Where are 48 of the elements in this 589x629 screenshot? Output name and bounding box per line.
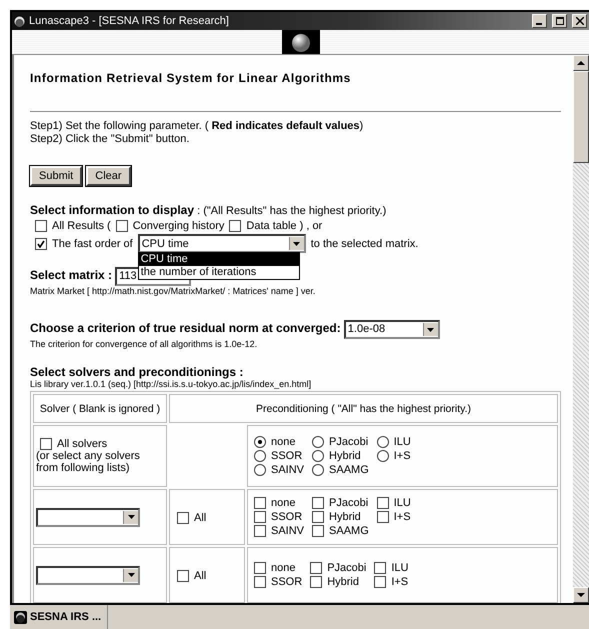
section-label: Select matrix : xyxy=(30,268,112,282)
checkbox-label: All xyxy=(194,570,206,582)
option-label: SAAMG xyxy=(329,525,369,537)
option-label: I+S xyxy=(394,450,411,462)
section-note: : ("All Results" has the highest priority.) xyxy=(197,205,386,217)
option-label: SSOR xyxy=(271,511,302,523)
suffix-text: to the selected matrix. xyxy=(310,238,418,250)
window-title: Lunascape3 - [SESNA IRS for Research] xyxy=(29,15,230,27)
section-label: Select information to display xyxy=(30,203,194,217)
option-label: PJacobi xyxy=(327,562,366,574)
option-label: I+S xyxy=(394,511,411,523)
page-heading: Information Retrieval System for Linear Algorithms xyxy=(30,71,352,85)
option-label: ILU xyxy=(394,497,411,509)
section-label: Choose a criterion of true residual norm at converged: xyxy=(30,321,341,335)
separator-text: : xyxy=(228,286,230,296)
option-label: none xyxy=(271,497,296,509)
option-label: SAAMG xyxy=(329,464,369,476)
option-label: ILU xyxy=(391,562,408,574)
option-label: SAINV xyxy=(271,525,304,537)
checkbox-label: All solvers xyxy=(57,438,108,450)
option-label: PJacobi xyxy=(329,497,368,509)
library-note: Lis library ver.1.0.1 (seq.) [ xyxy=(30,379,136,389)
checkbox-label: All Results ( xyxy=(52,220,111,232)
option-label: Hybrid xyxy=(327,576,359,588)
option-label: I+S xyxy=(391,576,408,588)
option-label: Hybrid xyxy=(329,511,361,523)
checkbox-label: Converging history xyxy=(132,220,224,232)
option-label: SSOR xyxy=(271,576,302,588)
section-label: Select solvers and preconditionings : xyxy=(30,365,244,379)
option-label: none xyxy=(271,436,296,448)
source-text: Matrix Market [ xyxy=(30,286,90,296)
column-header: Solver ( Blank is ignored ) xyxy=(33,394,167,423)
option-label: PJacobi xyxy=(329,436,368,448)
checkbox-label: All xyxy=(194,512,206,524)
option-label: Hybrid xyxy=(329,450,361,462)
checkbox-label: Data table ) , or xyxy=(246,220,322,232)
column-header: Preconditioning ( "All" has the highest priority.) xyxy=(169,394,558,423)
source-text: ] ver. xyxy=(296,286,316,296)
hint-text: (or select any solvers from following lists) xyxy=(36,450,141,474)
instruction-text: Step2) Click the "Submit" button. xyxy=(30,133,190,146)
option-label: ILU xyxy=(394,436,411,448)
option-label: SAINV xyxy=(271,464,304,476)
bracket-text: ] xyxy=(308,379,312,389)
option-label: none xyxy=(271,562,296,574)
criterion-note: The criterion for convergence of all algorithms is 1.0e-12. xyxy=(30,339,258,349)
option-label: SSOR xyxy=(271,450,302,462)
instruction-text: Step1) Set the following parameter. ( Red indicates default values) xyxy=(30,120,364,133)
checkbox-label: The fast order of xyxy=(52,238,133,250)
